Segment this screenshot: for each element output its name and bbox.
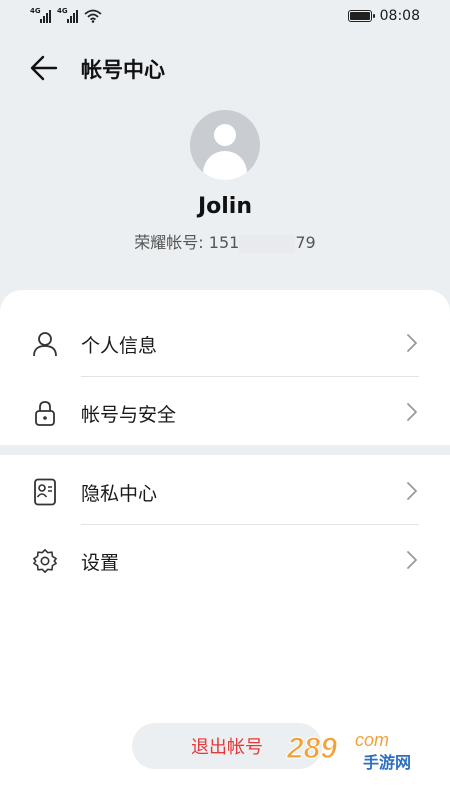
watermark-com-text: com [355, 730, 389, 750]
status-time: 08:08 [379, 8, 420, 24]
menu-item-personal-info[interactable]: 个人信息 [0, 309, 450, 377]
chevron-right-icon [407, 334, 417, 352]
battery-icon [347, 10, 375, 22]
person-icon [32, 331, 58, 357]
menu-item-privacy-center[interactable]: 隐私中心 [0, 457, 450, 525]
account-id: 荣耀帐号: 151 79 [0, 229, 450, 253]
chevron-right-icon [407, 482, 417, 500]
status-left: 4G 4G [30, 7, 102, 23]
menu-item-settings[interactable]: 设置 [0, 526, 450, 594]
gear-icon [32, 548, 58, 574]
site-watermark-logo: 289 com 手游网 [286, 730, 412, 772]
watermark-main-text: 289 [286, 732, 337, 765]
signal-icon: 4G [30, 7, 51, 23]
avatar-body [203, 151, 247, 180]
menu-item-account-security[interactable]: 帐号与安全 [0, 378, 450, 446]
menu-item-label: 个人信息 [81, 335, 158, 357]
account-mask [239, 234, 296, 253]
username: Jolin [197, 194, 253, 219]
lock-icon [32, 400, 58, 426]
header: 帐号中心 [0, 44, 450, 92]
menu-item-label: 隐私中心 [81, 483, 158, 505]
account-label: 荣耀帐号: [134, 233, 209, 252]
back-button[interactable] [26, 52, 62, 84]
chevron-right-icon [407, 551, 417, 569]
status-right: 08:08 [347, 8, 420, 24]
avatar[interactable] [190, 110, 260, 180]
page-title: 帐号中心 [81, 58, 165, 82]
account-suffix: 79 [295, 233, 316, 252]
menu-item-label: 帐号与安全 [81, 404, 177, 426]
status-bar: 4G 4G 08:08 [0, 0, 450, 32]
watermark-sub-text: 手游网 [363, 753, 411, 772]
signal-icon: 4G [57, 7, 78, 23]
menu-item-label: 设置 [81, 552, 120, 574]
chevron-right-icon [407, 403, 417, 421]
id-card-icon [32, 478, 58, 506]
menu-card-account: 个人信息 帐号与安全 [0, 290, 450, 445]
divider [81, 376, 419, 377]
wifi-icon [84, 9, 102, 23]
network-type-label: 4G [30, 7, 41, 15]
account-prefix: 151 [208, 233, 240, 252]
divider [81, 524, 419, 525]
network-type-label: 4G [57, 7, 68, 15]
arrow-left-icon [30, 55, 58, 81]
default-avatar-icon [214, 124, 236, 146]
